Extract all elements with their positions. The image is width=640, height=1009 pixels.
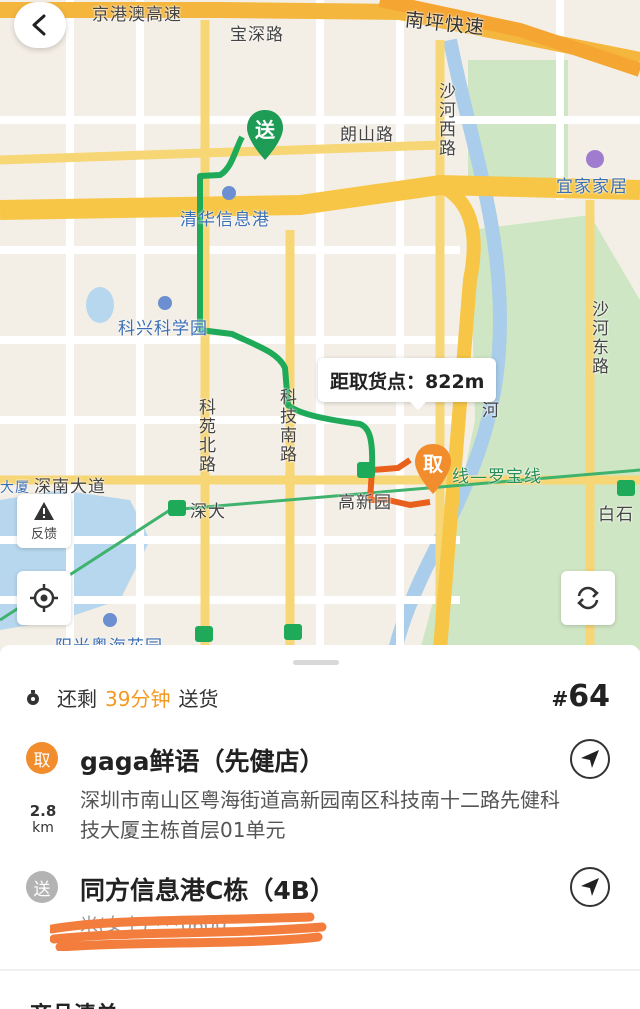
refresh-icon: [577, 586, 599, 610]
locate-icon: [30, 584, 58, 612]
delivery-name: 同方信息港C栋（4B）: [80, 876, 335, 905]
poi-label-qinghua: 清华信息港: [180, 210, 270, 230]
pickup-shop-name: gaga鲜语（先健店）: [80, 747, 325, 776]
poi-label-yijia: 宜家家居: [556, 177, 628, 197]
distance-value: 2.8: [29, 802, 57, 820]
pickup-pin-label: 取: [423, 452, 443, 476]
road-label-shahe-east: 沙河东路: [588, 300, 608, 376]
order-number: #64: [551, 679, 610, 714]
navigation-arrow-icon: [581, 750, 599, 768]
road-label-langshan: 朗山路: [340, 125, 394, 145]
road-label-expressway: 京港澳高速: [92, 5, 182, 25]
road-label-keyuan-north: 科苑北路: [195, 398, 215, 474]
navigation-arrow-icon: [581, 878, 599, 896]
pickup-navigate-button[interactable]: [570, 739, 610, 779]
sheet-drag-handle[interactable]: [293, 660, 339, 665]
distance-callout: 距取货点：822m: [318, 358, 497, 410]
road-label-baoshen: 宝深路: [230, 25, 284, 45]
feedback-label: 反馈: [30, 526, 57, 542]
map-base: [0, 0, 640, 650]
pickup-distance: 2.8 km: [26, 802, 60, 836]
divider: [0, 969, 640, 971]
delivery-badge: 送: [26, 871, 58, 903]
delivery-navigate-button[interactable]: [570, 867, 610, 907]
order-hash: #: [551, 687, 569, 711]
chevron-left-icon: [32, 14, 46, 36]
timer-dot-icon: [27, 689, 39, 705]
timer-row: 还剩 39分钟 送货: [25, 683, 218, 712]
timer-value: 39分钟: [105, 687, 171, 711]
metro-label-luobao: 线—罗宝线: [452, 467, 542, 487]
station-label-shenda: 深大: [190, 502, 226, 522]
map-view[interactable]: 京港澳高速 宝深路 南坪快速 朗山路 沙河西路 宜家家居 清华信息港 科兴科学园…: [0, 0, 640, 650]
pickup-badge: 取: [26, 742, 58, 774]
station-label-gaoxinyuan: 高新园: [338, 493, 392, 513]
distance-unit: km: [32, 820, 54, 836]
road-label-shahe-west: 沙河西路: [435, 82, 455, 158]
timer-suffix: 送货: [178, 687, 219, 711]
locate-button[interactable]: [17, 571, 71, 625]
redaction-scribble: [50, 912, 327, 951]
order-number-value: 64: [568, 679, 610, 714]
warning-icon: [34, 501, 54, 520]
pickup-address: 深圳市南山区粤海街道高新园南区科技南十二路先健科技大厦主栋首层01单元: [80, 788, 560, 842]
back-button[interactable]: [14, 2, 66, 48]
product-list-title: 商品清单: [30, 997, 118, 1009]
road-label-keji-south: 科技南路: [276, 388, 296, 464]
poi-label-kexing: 科兴科学园: [118, 319, 208, 339]
pickup-pin[interactable]: 取: [413, 442, 453, 494]
order-detail-sheet: 还剩 39分钟 送货 #64 取 gaga鲜语（先健店） 2.8 km 深圳市南…: [0, 645, 640, 1009]
station-label-baishi: 白石: [598, 505, 634, 525]
timer-prefix: 还剩: [57, 687, 97, 711]
delivery-pin[interactable]: 送: [245, 108, 285, 160]
feedback-button[interactable]: 反馈: [17, 494, 71, 548]
refresh-button[interactable]: [561, 571, 615, 625]
delivery-pin-label: 送: [255, 118, 275, 142]
